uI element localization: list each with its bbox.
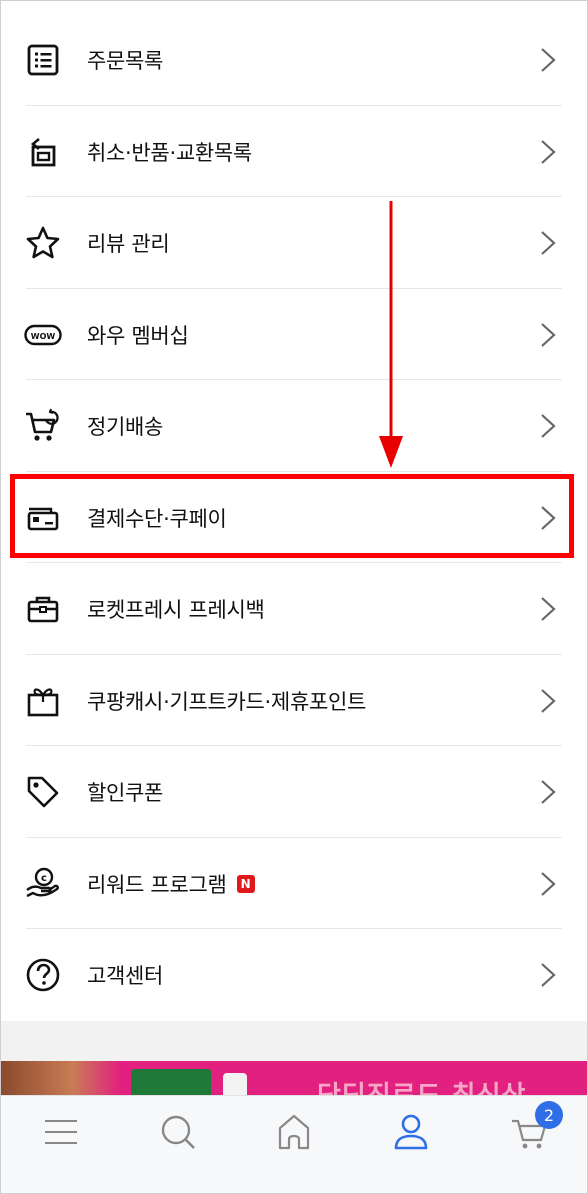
fresh-bag-icon (23, 589, 63, 629)
order-list-icon (23, 40, 63, 80)
new-badge: N (236, 874, 255, 893)
menu-item-label-text: 리워드 프로그램 (87, 872, 227, 897)
menu-item-label: 쿠팡캐시·기프트카드·제휴포인트 (87, 689, 367, 714)
highlight-box-annotation (10, 474, 574, 558)
menu-item-label: 로켓프레시 프레시백 (87, 598, 265, 622)
home-icon[interactable] (274, 1112, 314, 1152)
menu-item-label: 고객센터 (87, 964, 164, 988)
chevron-right-icon (541, 231, 556, 255)
search-icon[interactable] (158, 1112, 198, 1152)
star-icon (23, 223, 63, 263)
chevron-right-icon (541, 414, 556, 438)
red-arrow-annotation (379, 201, 403, 468)
menu-item-cash-giftcard[interactable]: 쿠팡캐시·기프트카드·제휴포인트 (1, 655, 587, 746)
menu-item-label: 취소·반품·교환목록 (87, 140, 252, 165)
wow-icon: WOW (23, 315, 63, 355)
help-icon (23, 955, 63, 995)
menu-item-label: 정기배송 (87, 415, 164, 439)
menu-item-label: 리뷰 관리 (87, 232, 170, 256)
menu-item-rewards[interactable]: c 리워드 프로그램 N (1, 838, 587, 929)
wow-icon-text: WOW (31, 332, 56, 341)
menu-item-reviews[interactable]: 리뷰 관리 (1, 197, 587, 289)
menu-item-label: 할인쿠폰 (87, 781, 164, 805)
menu-item-returns[interactable]: 취소·반품·교환목록 (1, 106, 587, 197)
menu-item-orders[interactable]: 주문목록 (1, 14, 587, 106)
chevron-right-icon (541, 322, 556, 347)
menu-item-customer-center[interactable]: 고객센터 (1, 929, 587, 1021)
my-page-icon[interactable] (391, 1112, 431, 1152)
menu-item-coupons[interactable]: 할인쿠폰 (1, 746, 587, 838)
menu-item-label: 주문목록 (87, 49, 164, 73)
menu-item-label: 와우 멤버십 (87, 323, 189, 348)
menu-icon[interactable] (41, 1112, 81, 1152)
chevron-right-icon (541, 688, 556, 713)
menu-item-wow-membership[interactable]: WOW 와우 멤버십 (1, 289, 587, 380)
chevron-right-icon (541, 597, 556, 621)
menu-item-label: 리워드 프로그램 N (87, 869, 255, 899)
chevron-right-icon (541, 139, 556, 164)
chevron-right-icon (541, 780, 556, 804)
subscription-cart-icon (23, 406, 63, 446)
menu-item-fresh-bag[interactable]: 로켓프레시 프레시백 (1, 563, 587, 655)
app-screen: 주문목록 취소·반품·교환목록 리뷰 관리 WOW 와우 멤버십 정기배송 결제… (0, 0, 588, 1194)
bottom-tab-bar (1, 1095, 587, 1193)
cart-count-badge: 2 (535, 1101, 563, 1129)
menu-item-subscription[interactable]: 정기배송 (1, 380, 587, 472)
coupon-tag-icon (23, 772, 63, 812)
return-icon (23, 132, 63, 172)
section-divider-band (1, 1021, 587, 1061)
reward-coin-icon: c (23, 864, 63, 904)
svg-text:c: c (41, 873, 47, 884)
chevron-right-icon (541, 963, 556, 987)
chevron-right-icon (541, 871, 556, 896)
chevron-right-icon (541, 48, 556, 72)
gift-icon (23, 681, 63, 721)
